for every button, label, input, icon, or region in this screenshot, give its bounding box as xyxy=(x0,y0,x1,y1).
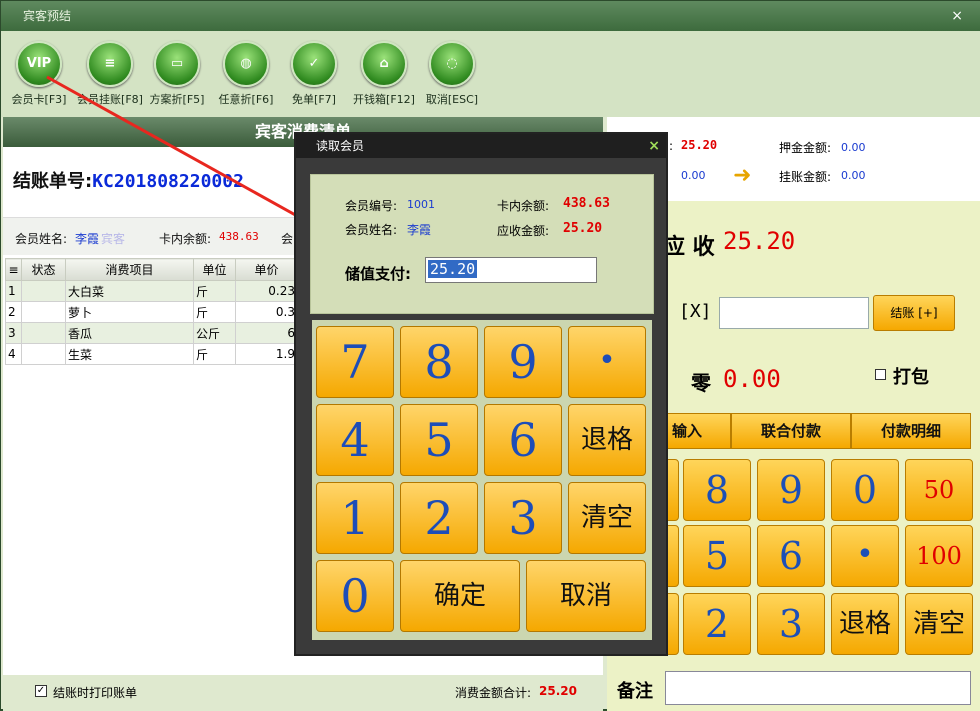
key-dot[interactable]: • xyxy=(831,525,899,587)
toolbar: VIP 会员卡[F3] ≡ 会员挂账[F8] ▭ 方案折[F5] ◍ 任意折[F6] ✓… xyxy=(1,31,980,117)
vip-icon: VIP xyxy=(16,41,62,87)
dialog-key-2[interactable]: 2 xyxy=(400,482,478,554)
dialog-key-3[interactable]: 3 xyxy=(484,482,562,554)
receivable-amount: 25.20 xyxy=(723,227,796,255)
dialog-confirm-button[interactable]: 确定 xyxy=(400,560,520,632)
dialog-cancel-button[interactable]: 取消 xyxy=(526,560,646,632)
dialog-keypad: 7 8 9 • 4 5 6 退格 1 2 3 清空 0 确定 取消 xyxy=(312,320,652,640)
total-amount: 25.20 xyxy=(539,684,577,698)
dialog-card-balance: 438.63 xyxy=(563,196,610,211)
tab-payment-details[interactable]: 付款明细 xyxy=(851,413,971,449)
cash-drawer-button[interactable]: ⌂ 开钱箱[F12] xyxy=(349,41,419,107)
dialog-key-7[interactable]: 7 xyxy=(316,326,394,398)
plan-discount-icon: ▭ xyxy=(154,41,200,87)
key-3[interactable]: 3 xyxy=(757,593,825,655)
bill-number: 结账单号:KC201808220002 xyxy=(13,171,244,192)
member-number: 1001 xyxy=(407,198,435,211)
cancel-icon: ◌ xyxy=(429,41,475,87)
payment-input[interactable] xyxy=(719,297,869,329)
dialog-member-name: 李霞 xyxy=(407,223,432,237)
free-order-button[interactable]: ✓ 免单[F7] xyxy=(279,41,349,107)
bill-footer: ✓ 结账时打印账单 消费金额合计: 25.20 xyxy=(3,675,603,711)
cancel-button[interactable]: ◌ 取消[ESC] xyxy=(417,41,487,107)
key-backspace[interactable]: 退格 xyxy=(831,593,899,655)
member-credit-button[interactable]: ≡ 会员挂账[F8] xyxy=(75,41,145,107)
dialog-key-9[interactable]: 9 xyxy=(484,326,562,398)
dialog-close-icon[interactable]: × xyxy=(648,134,660,158)
dialog-receivable: 25.20 xyxy=(563,221,603,236)
free-order-icon: ✓ xyxy=(291,41,337,87)
dialog-key-5[interactable]: 5 xyxy=(400,404,478,476)
stored-pay-input[interactable]: 25.20 xyxy=(425,257,597,283)
table-menu-icon[interactable]: ≡ xyxy=(5,258,22,281)
remark-input[interactable] xyxy=(665,671,971,705)
pack-checkbox[interactable] xyxy=(875,369,886,380)
dialog-key-dot[interactable]: • xyxy=(568,326,646,398)
dialog-key-clear[interactable]: 清空 xyxy=(568,482,646,554)
member-info-panel: 会员编号: 1001 卡内余额: 438.63 会员姓名: 李霞 应收金额: 2… xyxy=(310,174,654,314)
window-title: 宾客预结 xyxy=(23,9,72,23)
card-balance: 438.63 xyxy=(219,230,259,243)
cash-drawer-icon: ⌂ xyxy=(361,41,407,87)
key-clear[interactable]: 清空 xyxy=(905,593,973,655)
key-0[interactable]: 0 xyxy=(831,459,899,521)
title-bar: 宾客预结 × xyxy=(1,1,980,31)
print-checkbox[interactable]: ✓ xyxy=(35,685,47,697)
key-5[interactable]: 5 xyxy=(683,525,751,587)
dialog-key-6[interactable]: 6 xyxy=(484,404,562,476)
dialog-key-4[interactable]: 4 xyxy=(316,404,394,476)
custom-discount-icon: ◍ xyxy=(223,41,269,87)
dialog-title-bar: 读取会员 × xyxy=(296,134,666,158)
dialog-key-0[interactable]: 0 xyxy=(316,560,394,632)
read-member-dialog: 读取会员 × 会员编号: 1001 卡内余额: 438.63 会员姓名: 李霞 … xyxy=(294,132,668,656)
dialog-key-1[interactable]: 1 xyxy=(316,482,394,554)
plan-discount-button[interactable]: ▭ 方案折[F5] xyxy=(142,41,212,107)
key-8[interactable]: 8 xyxy=(683,459,751,521)
dialog-key-8[interactable]: 8 xyxy=(400,326,478,398)
settle-button[interactable]: 结账 [+] xyxy=(873,295,955,331)
close-icon[interactable]: × xyxy=(951,1,963,31)
member-name: 李霞 xyxy=(75,232,100,246)
key-100[interactable]: 100 xyxy=(905,525,973,587)
key-6[interactable]: 6 xyxy=(757,525,825,587)
custom-discount-button[interactable]: ◍ 任意折[F6] xyxy=(211,41,281,107)
change-amount: 0.00 xyxy=(723,365,781,393)
arrow-right-icon: ➜ xyxy=(733,163,752,188)
tab-joint-payment[interactable]: 联合付款 xyxy=(731,413,851,449)
key-9[interactable]: 9 xyxy=(757,459,825,521)
vip-card-button[interactable]: VIP 会员卡[F3] xyxy=(4,41,74,107)
dialog-key-backspace[interactable]: 退格 xyxy=(568,404,646,476)
key-50[interactable]: 50 xyxy=(905,459,973,521)
member-credit-icon: ≡ xyxy=(87,41,133,87)
main-window: 宾客预结 × VIP 会员卡[F3] ≡ 会员挂账[F8] ▭ 方案折[F5] ◍ 任意… xyxy=(0,0,980,711)
key-2[interactable]: 2 xyxy=(683,593,751,655)
